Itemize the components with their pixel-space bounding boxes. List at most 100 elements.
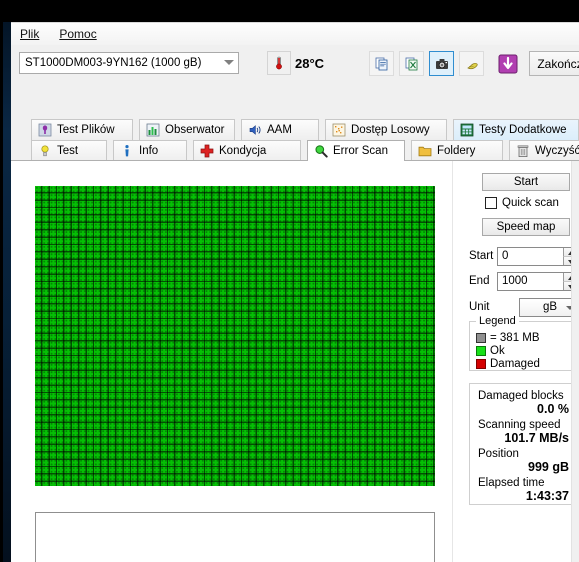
start-field-row: Start 0 — [469, 246, 579, 266]
log-output[interactable] — [35, 512, 435, 562]
tab-obserwator-label: Obserwator — [165, 124, 225, 136]
start-button-label: Start — [513, 176, 539, 188]
chevron-down-icon — [224, 58, 234, 68]
tab-foldery[interactable]: Foldery — [411, 140, 503, 161]
tab-info-label: Info — [139, 145, 159, 157]
end-field-input[interactable]: 1000 — [497, 271, 579, 291]
stat-elapsed-label: Elapsed time — [478, 477, 545, 489]
health-cross-icon — [200, 144, 214, 158]
speaker-icon — [249, 125, 261, 135]
error-scan-grid[interactable] — [35, 186, 435, 486]
legend-swatch-ok — [476, 345, 486, 356]
temperature-indicator — [267, 51, 291, 75]
tab-row-secondary: Test Info Kondycja Error Scan Foldery Wy… — [11, 140, 579, 161]
toolbar: ST1000DM003-9YN162 (1000 gB) 28°C Zakońc… — [11, 45, 579, 85]
stat-position-label: Position — [478, 448, 519, 460]
random-access-icon — [332, 123, 346, 137]
tab-obserwator[interactable]: Obserwator — [139, 119, 235, 140]
brush-clean-button[interactable] — [459, 51, 484, 76]
tab-testy-dodatkowe[interactable]: Testy Dodatkowe — [453, 119, 579, 140]
tab-aam-label: AAM — [267, 124, 292, 136]
unit-label: Unit — [469, 301, 490, 313]
tab-test-plikow-label: Test Plików — [57, 124, 115, 136]
copy-report-button[interactable] — [369, 51, 394, 76]
exit-button[interactable]: Zakończ — [529, 51, 579, 76]
tab-kondycja[interactable]: Kondycja — [193, 140, 301, 161]
menu-plik[interactable]: Plik — [20, 26, 49, 42]
screenshot-button[interactable] — [429, 51, 454, 76]
tab-dostep-losowy[interactable]: Dostęp Losowy — [325, 119, 447, 140]
stat-speed-label: Scanning speed — [478, 419, 561, 431]
speed-map-button-label: Speed map — [496, 221, 556, 233]
start-field-label: Start — [469, 250, 494, 262]
info-icon — [125, 145, 129, 157]
screenshot-camera-icon — [435, 58, 448, 69]
start-field-input[interactable]: 0 — [497, 246, 579, 266]
download-button[interactable] — [495, 51, 521, 77]
legend-title: Legend — [476, 315, 519, 327]
copy-report-icon — [375, 57, 387, 70]
chart-monitor-icon — [146, 123, 160, 137]
stat-position-value: 999 gB — [528, 460, 569, 474]
tab-error-scan[interactable]: Error Scan — [307, 140, 405, 161]
export-excel-button[interactable] — [399, 51, 424, 76]
panel-divider — [452, 161, 453, 562]
end-field-label: End — [469, 275, 490, 287]
tab-wyczysc[interactable]: Wyczyść — [509, 140, 579, 161]
quick-scan-checkbox[interactable] — [485, 197, 497, 209]
export-excel-icon — [405, 57, 417, 70]
tab-kondycja-label: Kondycja — [219, 145, 267, 157]
tab-test-label: Test — [57, 145, 79, 157]
drive-select[interactable]: ST1000DM003-9YN162 (1000 gB) — [19, 52, 239, 74]
legend-swatch-damaged — [476, 358, 486, 369]
menu-plik-label: Plik — [20, 27, 40, 41]
desktop-backdrop-top — [0, 0, 579, 22]
end-field-value: 1000 — [502, 275, 528, 287]
magnifier-icon — [315, 145, 328, 158]
tab-row-primary: Test Plików Obserwator AAM Dostęp Losowy… — [11, 119, 579, 140]
temperature-value: 28°C — [295, 56, 325, 71]
stat-damaged-value: 0.0 % — [537, 402, 569, 416]
exit-button-label: Zakończ — [537, 56, 579, 71]
tab-error-scan-label: Error Scan — [333, 145, 388, 157]
speed-map-button[interactable]: Speed map — [482, 218, 570, 236]
end-field-row: End 1000 — [469, 271, 579, 291]
trash-icon — [517, 145, 529, 157]
legend-row-ok: Ok — [476, 344, 578, 357]
file-test-icon — [38, 123, 52, 137]
quick-scan-label: Quick scan — [502, 197, 559, 209]
legend-group: Legend = 381 MB Ok Damaged — [469, 315, 579, 371]
extra-tests-icon — [460, 123, 474, 137]
bulb-icon — [41, 145, 49, 157]
quick-scan-row[interactable]: Quick scan — [485, 197, 559, 209]
thermometer-icon — [276, 56, 282, 70]
unit-row: Unit gB — [469, 297, 579, 317]
menu-pomoc[interactable]: Pomoc — [59, 26, 106, 42]
stat-damaged-label: Damaged blocks — [478, 390, 564, 402]
menu-bar: Plik Pomoc — [11, 23, 579, 45]
tab-testy-dodatkowe-label: Testy Dodatkowe — [479, 124, 567, 136]
download-arrow-icon — [498, 54, 518, 74]
tab-wyczysc-label: Wyczyść — [535, 145, 579, 157]
hdtune-window: Plik Pomoc ST1000DM003-9YN162 (1000 gB) … — [11, 22, 579, 562]
legend-row-blocksize: = 381 MB — [476, 331, 578, 344]
legend-damaged-label: Damaged — [490, 357, 540, 370]
tab-foldery-label: Foldery — [437, 145, 476, 157]
desktop-edge — [0, 22, 3, 562]
screen: Plik Pomoc ST1000DM003-9YN162 (1000 gB) … — [0, 0, 579, 562]
legend-blocksize-label: = 381 MB — [490, 331, 540, 344]
legend-swatch-block — [476, 332, 486, 343]
tab-test[interactable]: Test — [31, 140, 107, 161]
error-scan-panel: Start Quick scan Speed map Start 0 End 1… — [11, 161, 579, 562]
stat-elapsed-value: 1:43:37 — [525, 489, 569, 503]
tab-dostep-losowy-label: Dostęp Losowy — [351, 124, 430, 136]
tab-aam[interactable]: AAM — [241, 119, 319, 140]
start-button[interactable]: Start — [482, 173, 570, 191]
tab-info[interactable]: Info — [113, 140, 187, 161]
unit-select[interactable]: gB — [519, 297, 579, 317]
right-spacer — [571, 161, 579, 562]
scan-controls-panel: Start Quick scan Speed map Start 0 End 1… — [459, 161, 579, 562]
stats-group: Damaged blocks 0.0 % Scanning speed 101.… — [469, 383, 579, 505]
start-field-value: 0 — [502, 250, 509, 262]
tab-test-plikow[interactable]: Test Plików — [31, 119, 133, 140]
